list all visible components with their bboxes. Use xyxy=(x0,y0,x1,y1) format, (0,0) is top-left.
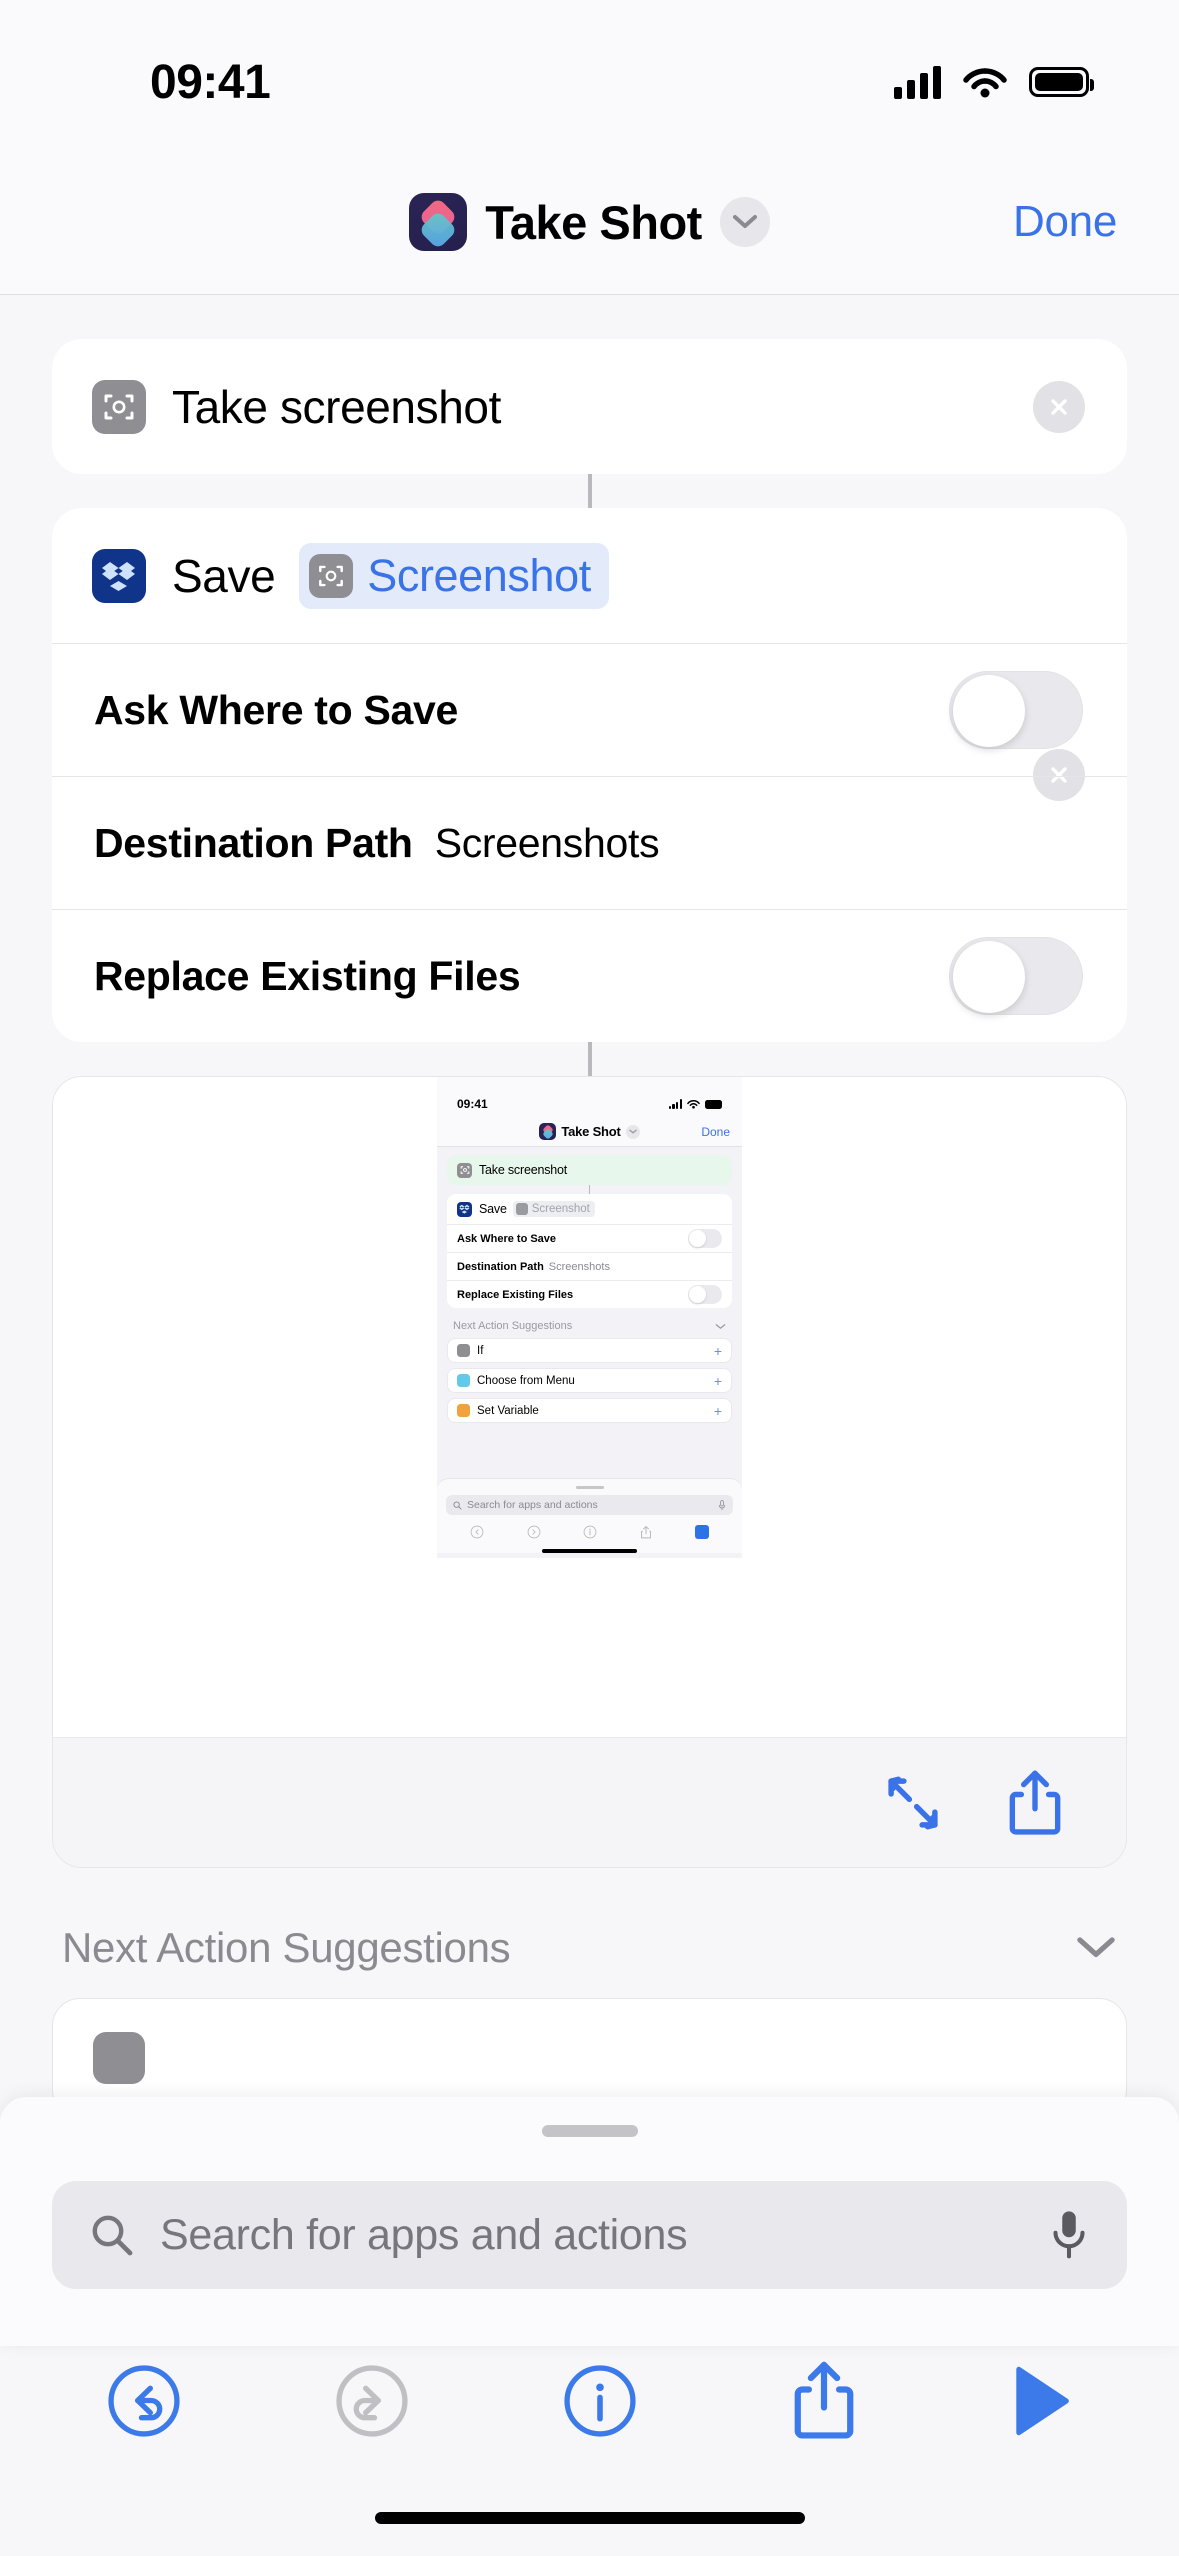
signal-bars-icon xyxy=(894,65,941,99)
mini-suggestion-if: If + xyxy=(447,1338,732,1363)
mini-suggestions-header: Next Action Suggestions xyxy=(447,1308,732,1338)
mini-toolbar xyxy=(437,1515,742,1549)
section-title: Next Action Suggestions xyxy=(62,1924,511,1971)
info-icon[interactable] xyxy=(562,2363,638,2439)
param-label: Ask Where to Save xyxy=(94,686,459,733)
screenshot-icon xyxy=(92,379,146,434)
done-button[interactable]: Done xyxy=(1013,197,1117,247)
share-icon[interactable] xyxy=(791,2360,857,2442)
mini-wifi-icon xyxy=(687,1100,700,1109)
mini-battery-icon xyxy=(705,1099,722,1109)
destination-path-value[interactable]: Screenshots xyxy=(435,820,660,867)
action-label: Take screenshot xyxy=(172,380,501,433)
mini-param-ask-where: Ask Where to Save xyxy=(447,1224,732,1252)
mini-page-title: Take Shot xyxy=(561,1124,621,1139)
action-row[interactable]: Take screenshot xyxy=(52,339,1127,474)
expand-icon[interactable] xyxy=(882,1772,944,1834)
chevron-down-icon[interactable] xyxy=(1075,1935,1117,1961)
next-action-suggestions-header[interactable]: Next Action Suggestions xyxy=(62,1924,1117,1972)
shortcuts-icon xyxy=(409,193,468,251)
mini-search-icon xyxy=(453,1500,462,1510)
param-label: Destination Path xyxy=(94,819,413,866)
action-connector xyxy=(587,1042,592,1076)
mini-param-destination: Destination Path Screenshots xyxy=(447,1252,732,1280)
chevron-down-icon[interactable] xyxy=(719,197,770,247)
battery-icon xyxy=(1029,67,1094,97)
mini-screenshot-icon xyxy=(457,1162,472,1178)
search-placeholder: Search for apps and actions xyxy=(160,2210,688,2259)
mini-toggle xyxy=(688,1285,722,1304)
mini-chevron-down-icon xyxy=(625,1124,640,1139)
shortcuts-editor-screen: 09:41 Take Shot Done Take screenshot Sav… xyxy=(0,0,1179,2556)
navigation-bar: Take Shot Done xyxy=(0,150,1179,295)
microphone-icon[interactable] xyxy=(1051,2209,1087,2261)
mini-dropbox-icon xyxy=(457,1201,472,1217)
mini-done-button: Done xyxy=(701,1124,730,1139)
redo-icon[interactable] xyxy=(334,2363,410,2439)
search-input[interactable]: Search for apps and actions xyxy=(52,2181,1127,2289)
mini-shortcuts-icon xyxy=(539,1123,557,1140)
mini-microphone-icon xyxy=(718,1499,726,1510)
undo-icon[interactable] xyxy=(106,2363,182,2439)
result-preview-card[interactable]: 09:41 Take Shot Done Take screenshot Sav… xyxy=(52,1076,1127,1868)
screenshot-icon xyxy=(309,553,354,598)
action-library-sheet: Search for apps and actions xyxy=(0,2097,1179,2346)
preview-toolbar xyxy=(53,1737,1126,1867)
shortcut-title-group[interactable]: Take Shot xyxy=(0,193,1179,251)
mini-variable-label: Screenshot xyxy=(531,1203,590,1215)
dropbox-icon xyxy=(92,548,146,603)
mini-status-bar: 09:41 xyxy=(437,1091,742,1117)
search-icon xyxy=(92,2215,133,2256)
mini-status-time: 09:41 xyxy=(457,1097,488,1111)
mini-action-label: Save xyxy=(479,1202,507,1216)
action-label: Save xyxy=(172,549,276,602)
param-row-replace-existing-files[interactable]: Replace Existing Files xyxy=(52,909,1127,1042)
mini-bottom-sheet: Search for apps and actions xyxy=(437,1478,742,1553)
mini-action-card-save: Save Screenshot Ask Where to Save Destin… xyxy=(447,1194,732,1308)
action-card-save[interactable]: Save Screenshot Ask Where to Save Destin… xyxy=(52,508,1127,1042)
home-indicator xyxy=(374,2512,805,2524)
status-bar: 09:41 xyxy=(0,0,1179,150)
param-row-ask-where-to-save[interactable]: Ask Where to Save xyxy=(52,643,1127,776)
close-icon[interactable] xyxy=(1033,380,1085,433)
variable-label: Screenshot xyxy=(367,549,591,601)
mini-suggestion-choose-from-menu: Choose from Menu + xyxy=(447,1368,732,1393)
wifi-icon xyxy=(963,68,1007,98)
action-connector xyxy=(587,474,592,508)
mini-search-field: Search for apps and actions xyxy=(446,1495,733,1515)
editor-toolbar xyxy=(0,2346,1179,2456)
param-label: Replace Existing Files xyxy=(94,952,521,999)
nested-screenshot-preview: 09:41 Take Shot Done Take screenshot Sav… xyxy=(437,1077,742,1558)
mini-action-label: Take screenshot xyxy=(479,1163,568,1177)
status-time: 09:41 xyxy=(150,55,271,109)
mini-variable-chip: Screenshot xyxy=(512,1201,595,1217)
suggestion-icon xyxy=(93,2032,145,2084)
share-icon[interactable] xyxy=(1006,1769,1064,1837)
mini-chevron-down-icon xyxy=(715,1323,726,1329)
mini-navigation-bar: Take Shot Done xyxy=(437,1117,742,1147)
ask-where-to-save-toggle[interactable] xyxy=(949,671,1083,749)
mini-signal-icon xyxy=(668,1099,682,1109)
action-card-take-screenshot[interactable]: Take screenshot xyxy=(52,339,1127,474)
mini-action-card-take-screenshot: Take screenshot xyxy=(447,1155,732,1185)
sheet-grabber[interactable] xyxy=(541,2125,638,2137)
variable-chip-screenshot[interactable]: Screenshot xyxy=(299,542,609,609)
play-icon[interactable] xyxy=(1009,2363,1073,2439)
page-title: Take Shot xyxy=(485,195,702,249)
param-row-destination-path[interactable]: Destination Path Screenshots xyxy=(52,776,1127,909)
mini-param-replace: Replace Existing Files xyxy=(447,1280,732,1308)
action-row[interactable]: Save Screenshot xyxy=(52,508,1127,801)
mini-suggestion-set-variable: Set Variable + xyxy=(447,1398,732,1423)
mini-toggle xyxy=(688,1229,722,1248)
replace-existing-files-toggle[interactable] xyxy=(949,937,1083,1015)
preview-stage: 09:41 Take Shot Done Take screenshot Sav… xyxy=(53,1077,1126,1737)
